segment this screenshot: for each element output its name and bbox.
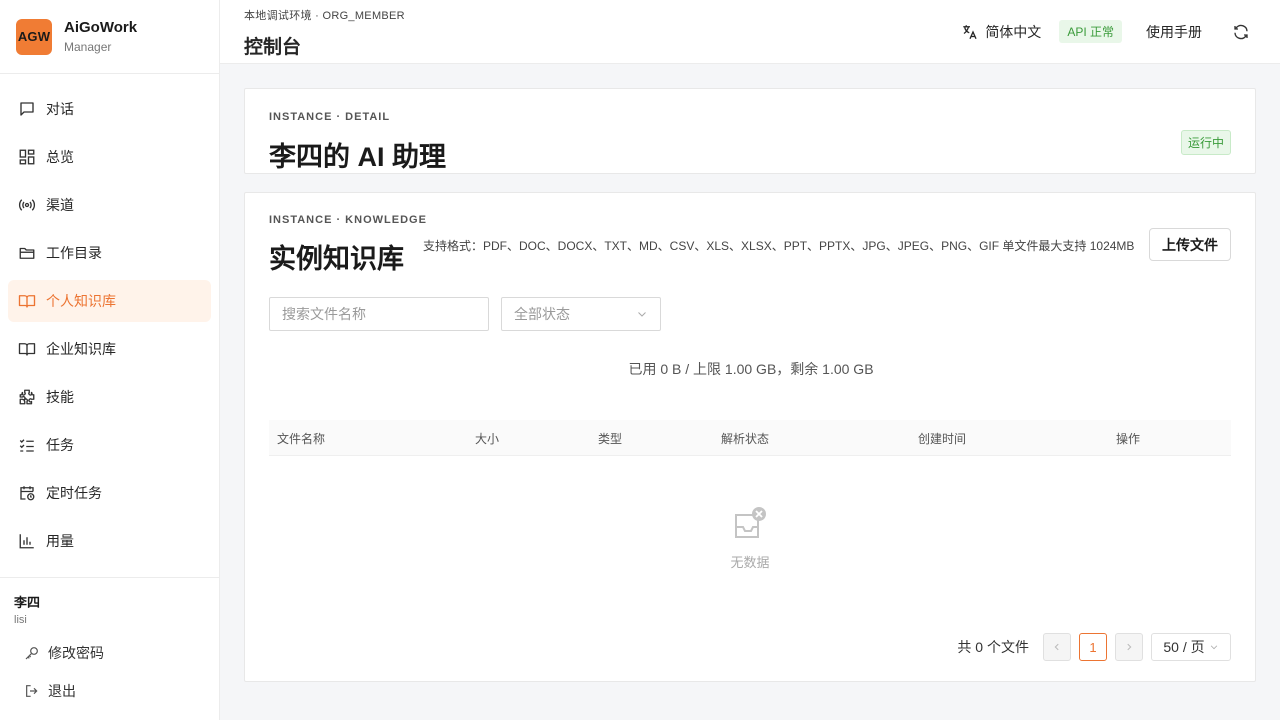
folder-icon [18,244,36,262]
puzzle-icon [18,388,36,406]
sidebar: AGW AiGoWork Manager 对话 总览 渠道 工作目录 个人知识库 [0,0,220,720]
sidebar-item-label: 工作目录 [46,245,102,261]
top-header: 本地调试环境 · ORG_MEMBER 控制台 简体中文 API 正常 使用手册 [220,0,1280,64]
knowledge-eyebrow: INSTANCE · KNOWLEDGE [269,214,427,226]
translate-icon [961,23,979,41]
column-header[interactable]: 文件名称 [277,430,325,447]
sidebar-item-scheduled-tasks[interactable]: 定时任务 [8,472,211,514]
chevron-right-icon [1127,643,1132,651]
sidebar-item-chat[interactable]: 对话 [8,88,211,130]
book-open-icon [18,292,36,310]
sidebar-item-personal-knowledge[interactable]: 个人知识库 [8,280,211,322]
page-size-select[interactable]: 50 / 页 [1151,633,1231,661]
logout-label: 退出 [48,683,76,699]
file-search-input[interactable] [269,297,489,331]
column-header[interactable]: 类型 [598,430,622,447]
instance-detail-card: INSTANCE · DETAIL 李四的 AI 助理 运行中 [244,88,1256,174]
bar-chart-icon [18,532,36,550]
book-icon [18,340,36,358]
checklist-icon [18,436,36,454]
sidebar-item-label: 对话 [46,101,74,117]
sidebar-item-workdir[interactable]: 工作目录 [8,232,211,274]
change-password-button[interactable]: 修改密码 [24,634,219,672]
instance-name: 李四的 AI 助理 [269,142,447,172]
file-table-header: 文件名称 大小 类型 解析状态 创建时间 操作 [269,420,1231,456]
language-switcher[interactable]: 简体中文 [961,22,1041,42]
api-status-badge: API 正常 [1059,20,1122,43]
status-filter-value: 全部状态 [514,306,570,322]
brand-name: AiGoWork [64,19,138,36]
sidebar-item-label: 个人知识库 [46,293,116,309]
sidebar-item-overview[interactable]: 总览 [8,136,211,178]
supported-formats: 支持格式：PDF、DOC、DOCX、TXT、MD、CSV、XLS、XLSX、PP… [423,239,1135,253]
sidebar-item-label: 定时任务 [46,485,102,501]
column-header[interactable]: 创建时间 [918,430,966,447]
manual-link[interactable]: 使用手册 [1146,22,1202,42]
empty-inbox-icon [730,505,770,545]
pagination: 共 0 个文件 1 50 / 页 [957,633,1231,661]
key-icon [24,645,40,661]
brand: AGW AiGoWork Manager [0,0,219,74]
sidebar-nav: 对话 总览 渠道 工作目录 个人知识库 企业知识库 技能 任务 定时任务 用量 [0,74,219,562]
upload-file-button[interactable]: 上传文件 [1149,228,1231,261]
empty-text: 无数据 [730,555,770,570]
chevron-down-icon [1209,642,1219,652]
column-header[interactable]: 解析状态 [721,430,769,447]
sidebar-item-label: 总览 [46,149,74,165]
chat-icon [18,100,36,118]
sidebar-item-skills[interactable]: 技能 [8,376,211,418]
logout-button[interactable]: 退出 [24,672,219,710]
environment-label: 本地调试环境 · ORG_MEMBER [244,10,405,22]
brand-role: Manager [64,40,112,54]
change-password-label: 修改密码 [48,645,104,661]
sidebar-item-label: 企业知识库 [46,341,116,357]
chevron-down-icon [636,308,648,320]
sidebar-item-enterprise-knowledge[interactable]: 企业知识库 [8,328,211,370]
page-size-value: 50 / 页 [1163,639,1205,655]
knowledge-card: INSTANCE · KNOWLEDGE 实例知识库 支持格式：PDF、DOC、… [244,192,1256,682]
sidebar-item-usage[interactable]: 用量 [8,520,211,562]
brand-logo: AGW [16,18,52,55]
chevron-left-icon [1054,643,1059,651]
instance-eyebrow: INSTANCE · DETAIL [269,111,391,123]
user-panel: 李四 lisi 修改密码 退出 [0,577,219,720]
instance-status-badge: 运行中 [1180,130,1231,155]
language-label: 简体中文 [985,23,1042,40]
prev-page-button[interactable] [1043,633,1071,661]
sidebar-item-label: 任务 [46,437,74,453]
total-count: 共 0 个文件 [957,639,1029,655]
refresh-icon[interactable] [1232,23,1250,41]
sidebar-item-tasks[interactable]: 任务 [8,424,211,466]
sidebar-item-label: 渠道 [46,197,74,213]
calendar-clock-icon [18,484,36,502]
status-filter-select[interactable]: 全部状态 [501,297,661,331]
sidebar-item-label: 用量 [46,533,74,549]
user-name: 李四 [14,595,41,610]
sidebar-item-label: 技能 [46,389,74,405]
empty-state: 无数据 [245,505,1255,571]
dashboard-icon [18,148,36,166]
page-number-button[interactable]: 1 [1079,633,1107,661]
column-header: 操作 [1116,432,1141,446]
page-title: 控制台 [244,37,302,58]
next-page-button[interactable] [1115,633,1143,661]
knowledge-title: 实例知识库 [269,244,404,274]
storage-usage: 已用 0 B / 上限 1.00 GB，剩余 1.00 GB [628,361,874,377]
user-username: lisi [14,614,27,626]
column-header[interactable]: 大小 [475,430,499,447]
broadcast-icon [18,196,36,214]
sidebar-item-channels[interactable]: 渠道 [8,184,211,226]
logout-icon [24,683,40,699]
